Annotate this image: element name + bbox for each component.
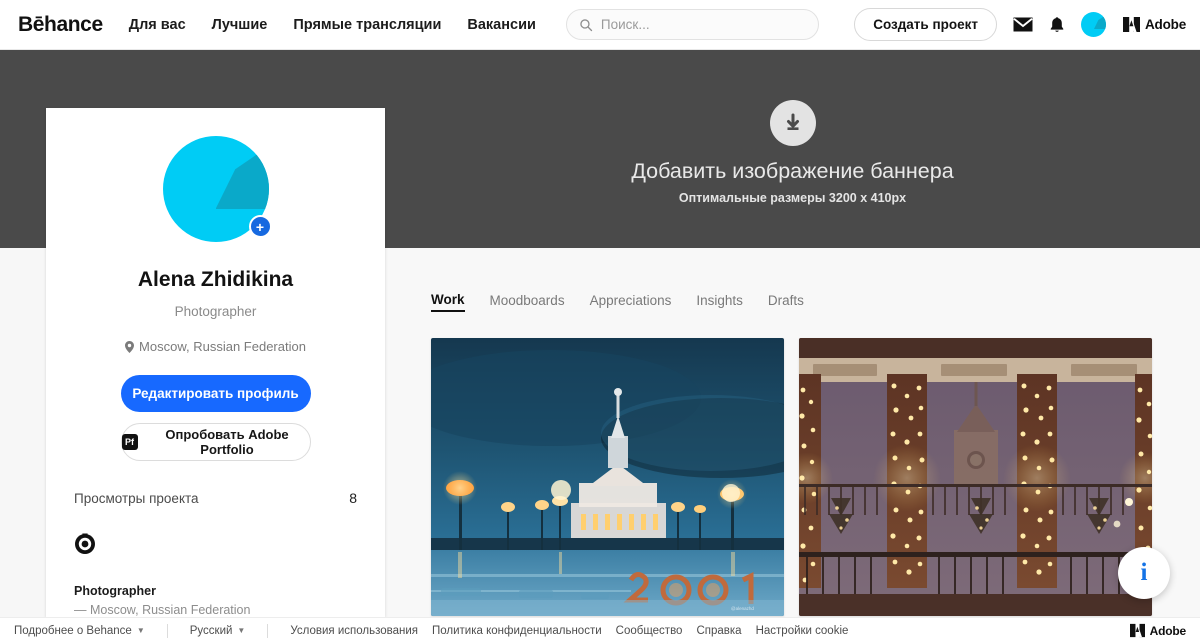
footer-adobe-logo[interactable]: Adobe <box>1129 623 1186 638</box>
top-navigation-bar: Bēhance Для вас Лучшие Прямые трансляции… <box>0 0 1200 50</box>
footer-divider <box>166 623 168 638</box>
footer-link-cookies[interactable]: Настройки cookie <box>756 625 849 637</box>
about-title: Photographer <box>74 584 156 598</box>
content-area: Work Moodboards Appreciations Insights D… <box>385 248 1200 617</box>
project-card-lights[interactable] <box>799 338 1152 616</box>
svg-text:@alenazhd: @alenazhd <box>731 606 754 611</box>
banner-prompt: Добавить изображение баннера Оптимальные… <box>385 50 1200 248</box>
search-icon <box>580 18 593 31</box>
banner-subtitle: Оптимальные размеры 3200 x 410px <box>678 190 907 205</box>
footer-bar: Подробнее о Behance ▼ Русский ▼ Условия … <box>0 617 1200 643</box>
adobe-mark-icon <box>1123 17 1140 32</box>
profile-name: Alena Zhidikina <box>137 268 294 291</box>
chevron-down-icon: ▼ <box>237 626 246 635</box>
project-views-label: Просмотры проекта <box>74 490 199 506</box>
about-block: Photographer — Moscow, Russian Federatio… <box>74 584 250 617</box>
profile-tabs: Work Moodboards Appreciations Insights D… <box>385 248 1200 312</box>
footer-links: Условия использования Политика конфиденц… <box>290 625 848 637</box>
footer-divider <box>267 623 269 638</box>
tab-work[interactable]: Work <box>431 292 465 312</box>
about-behance-dropdown[interactable]: Подробнее о Behance ▼ <box>14 625 145 637</box>
tab-appreciations[interactable]: Appreciations <box>590 293 672 311</box>
pf-icon: Pf <box>121 434 138 451</box>
create-project-button[interactable]: Создать проект <box>854 8 997 41</box>
try-adobe-portfolio-button[interactable]: Pf Опробовать Adobe Portfolio <box>120 423 311 461</box>
profile-location-label: Moscow, Russian Federation <box>139 339 306 354</box>
profile-location: Moscow, Russian Federation <box>125 339 306 354</box>
user-avatar[interactable] <box>1081 12 1106 37</box>
camera-lens-icon[interactable] <box>74 533 96 560</box>
main-nav: Для вас Лучшие Прямые трансляции Ваканси… <box>129 17 536 33</box>
project-card-vdnkh[interactable]: @alenazhd <box>431 338 784 616</box>
profile-card: + Alena Zhidikina Photographer Moscow, R… <box>46 108 385 617</box>
adobe-label: Adobe <box>1145 17 1186 32</box>
behance-profile-page: Bēhance Для вас Лучшие Прямые трансляции… <box>0 0 1200 643</box>
adobe-mark-icon <box>1129 623 1145 638</box>
nav-item-jobs[interactable]: Вакансии <box>467 17 536 33</box>
nav-item-best[interactable]: Лучшие <box>212 17 268 33</box>
profile-role: Photographer <box>174 304 257 319</box>
chevron-down-icon: ▼ <box>136 626 145 635</box>
edit-profile-button[interactable]: Редактировать профиль <box>120 375 311 413</box>
banner-title: Добавить изображение баннера <box>631 158 954 183</box>
footer-adobe-label: Adobe <box>1149 623 1187 638</box>
language-label: Русский <box>189 624 233 637</box>
project-thumbnail-image: @alenazhd <box>431 338 784 616</box>
nav-item-livestreams[interactable]: Прямые трансляции <box>293 17 441 33</box>
footer-link-terms[interactable]: Условия использования <box>290 625 418 637</box>
mail-icon[interactable] <box>1013 17 1033 32</box>
project-grid: @alenazhd <box>385 312 1200 616</box>
footer-link-community[interactable]: Сообщество <box>616 625 683 637</box>
language-dropdown[interactable]: Русский ▼ <box>190 625 246 637</box>
about-subtitle: — Moscow, Russian Federation <box>74 603 251 617</box>
map-pin-icon <box>125 340 135 353</box>
project-views-stat: Просмотры проекта 8 <box>46 490 385 506</box>
search-box[interactable] <box>565 9 819 40</box>
adobe-logo[interactable]: Adobe <box>1122 16 1186 33</box>
footer-link-help[interactable]: Справка <box>696 625 741 637</box>
bell-icon[interactable] <box>1049 16 1065 34</box>
behance-logo[interactable]: Bēhance <box>18 13 103 37</box>
info-icon[interactable]: i <box>1118 547 1170 599</box>
add-avatar-badge[interactable]: + <box>248 215 272 238</box>
tab-drafts[interactable]: Drafts <box>768 293 804 311</box>
portfolio-button-label: Опробовать Adobe Portfolio <box>165 427 289 458</box>
download-arrow-icon[interactable] <box>769 99 816 146</box>
tab-insights[interactable]: Insights <box>696 293 743 311</box>
project-thumbnail-image <box>799 338 1152 616</box>
nav-item-for-you[interactable]: Для вас <box>129 17 186 33</box>
about-behance-label: Подробнее о Behance <box>14 624 132 637</box>
search-input[interactable] <box>600 17 806 32</box>
footer-link-privacy[interactable]: Политика конфиденциальности <box>432 625 602 637</box>
header-actions: Создать проект Adobe <box>854 8 1186 41</box>
avatar-wrapper: + <box>162 136 272 242</box>
tab-moodboards[interactable]: Moodboards <box>490 293 565 311</box>
project-views-value: 8 <box>349 490 357 506</box>
